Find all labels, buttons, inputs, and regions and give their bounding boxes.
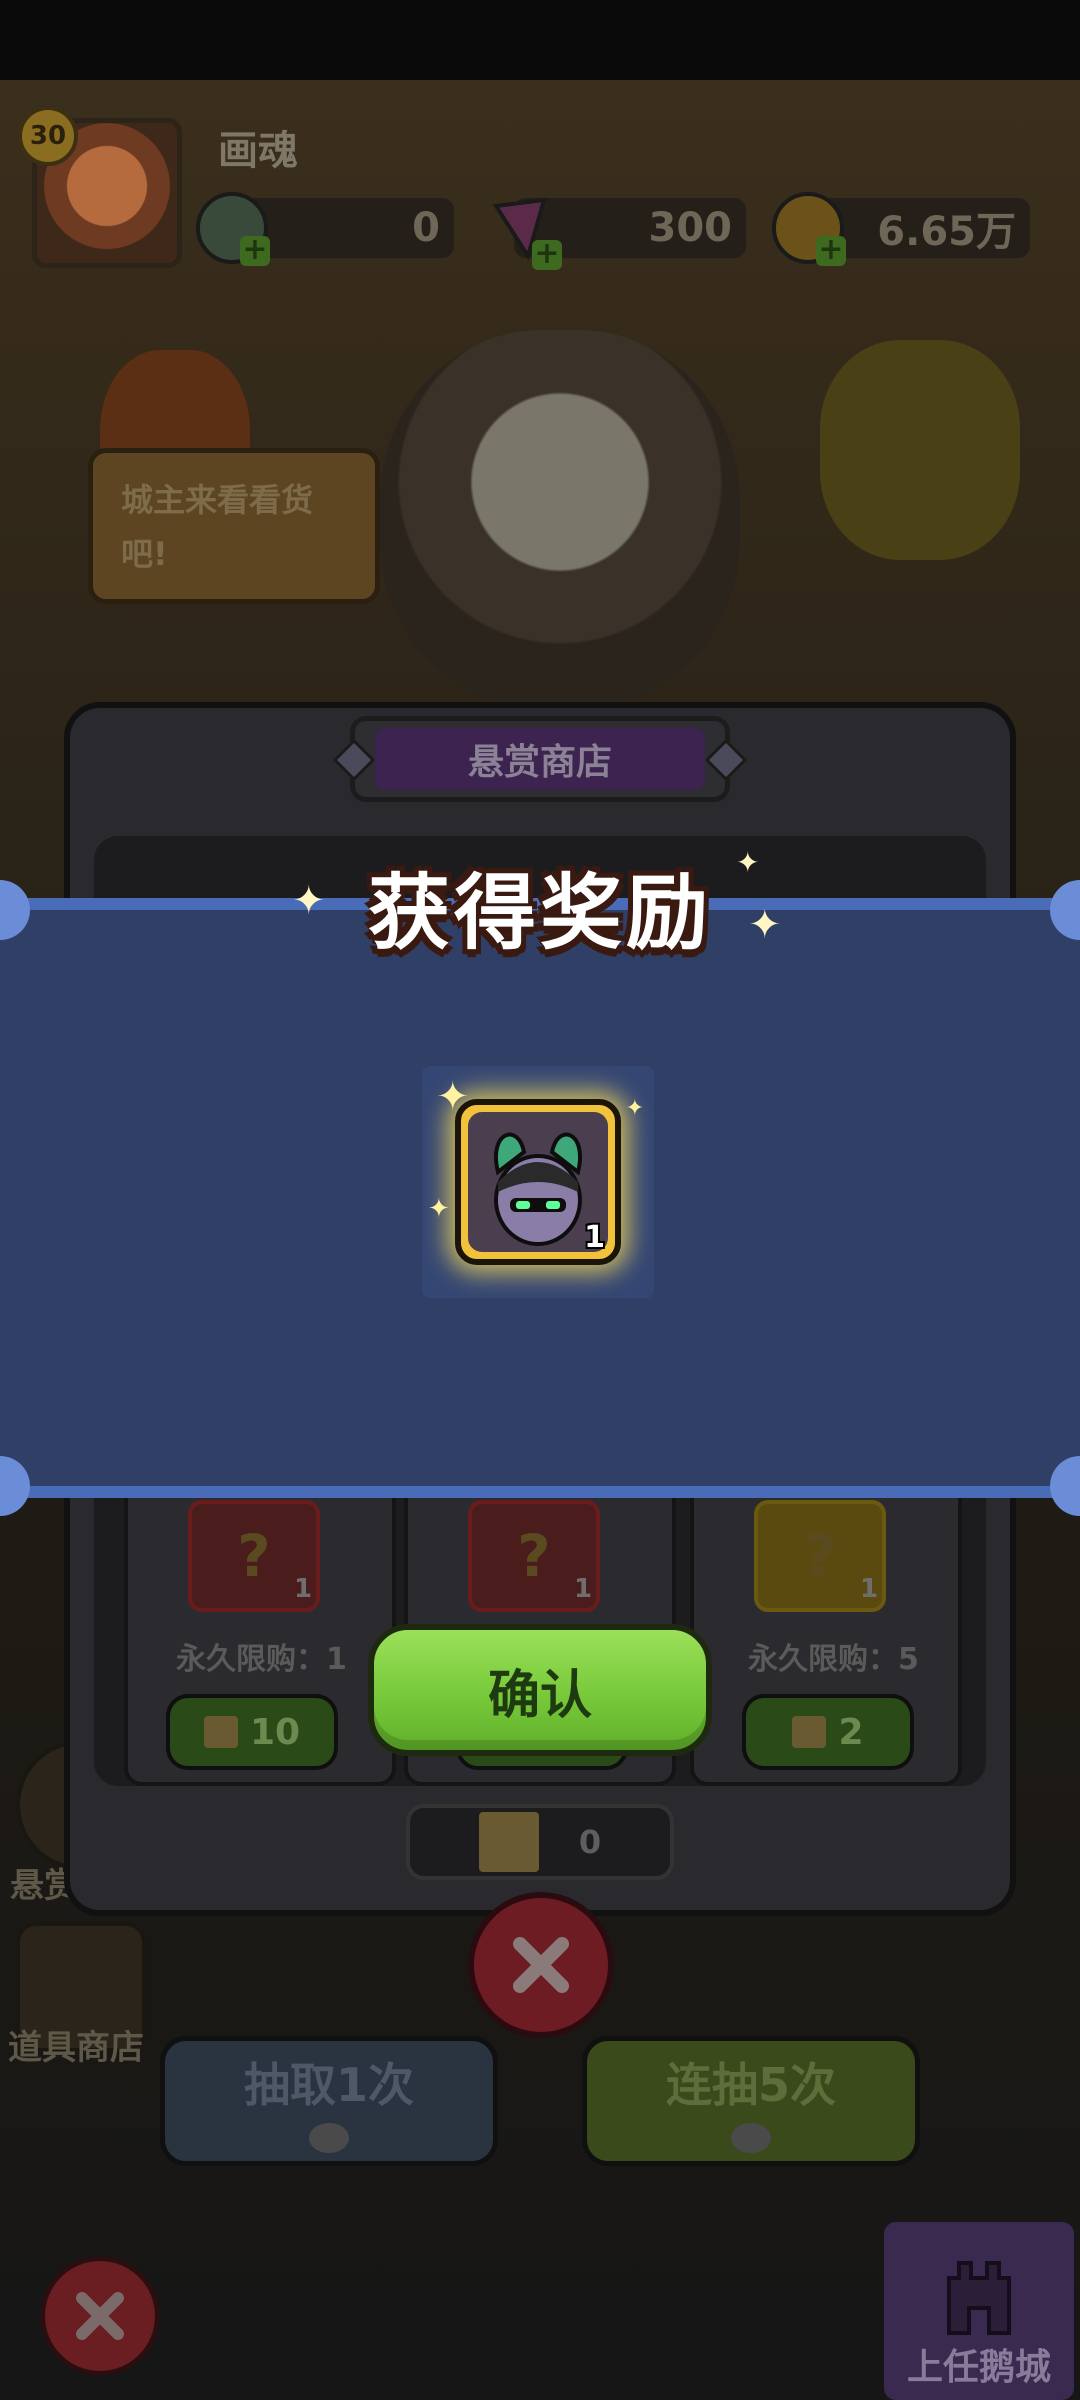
- buy-button[interactable]: 2: [742, 1694, 914, 1770]
- add-icon[interactable]: +: [532, 239, 562, 270]
- add-icon[interactable]: +: [240, 235, 270, 266]
- appoint-city-button[interactable]: 上任鹅城: [884, 2222, 1074, 2400]
- price-label: 10: [249, 1711, 301, 1753]
- item-qty: 1: [860, 1574, 879, 1604]
- add-icon[interactable]: +: [816, 235, 846, 266]
- scroll-balance: 0: [406, 1804, 674, 1880]
- item-limit: 永久限购：5: [748, 1642, 919, 1677]
- buy-button[interactable]: 10: [166, 1694, 338, 1770]
- gold-coin-icon: +: [772, 192, 846, 266]
- item-qty: 1: [294, 1574, 313, 1604]
- shop-close-button[interactable]: [468, 1892, 614, 2038]
- reward-item-qty: 1: [584, 1220, 605, 1255]
- price-label: 2: [838, 1711, 864, 1753]
- sparkle-icon: ✦: [428, 1194, 450, 1224]
- bottom-close-button[interactable]: [40, 2256, 160, 2376]
- scroll-icon: [203, 1716, 238, 1748]
- panda-merchant: [380, 330, 740, 710]
- egg-icon: [731, 2123, 771, 2153]
- scroll-icon: [792, 1716, 827, 1748]
- close-icon: [513, 1937, 569, 1993]
- draw-five-label: 连抽5次: [665, 2058, 836, 2112]
- sparkle-icon: ✦: [625, 1096, 644, 1121]
- currency-coin[interactable]: 6.65万 +: [772, 192, 1030, 266]
- tower-icon: [947, 2261, 1011, 2335]
- merchant-speech-bubble: 城主来看看货吧!: [88, 448, 380, 604]
- appoint-city-label: 上任鹅城: [906, 2347, 1051, 2388]
- scroll-icon: [478, 1812, 539, 1872]
- reward-title: 获得奖励: [367, 866, 712, 961]
- shop-title: 悬赏商店: [375, 728, 705, 790]
- confirm-button[interactable]: 确认: [368, 1624, 712, 1756]
- draw-once-label: 抽取1次: [243, 2058, 414, 2112]
- egg-icon: [309, 2123, 349, 2153]
- currency-orb[interactable]: 0 +: [196, 192, 454, 266]
- green-orb-icon: +: [196, 192, 270, 266]
- status-bar-area: [0, 0, 1080, 80]
- item-qty: 1: [574, 1574, 593, 1604]
- draw-once-button[interactable]: 抽取1次: [160, 2036, 498, 2166]
- level-badge: 30: [18, 106, 78, 166]
- sparkle-icon: ✦: [436, 1074, 470, 1120]
- close-icon: [76, 2292, 124, 2340]
- draw-five-button[interactable]: 连抽5次: [582, 2036, 920, 2166]
- currency-gem[interactable]: 300 +: [484, 192, 746, 270]
- player-name: 画魂: [218, 128, 298, 174]
- item-shop-label[interactable]: 道具商店: [8, 2020, 144, 2069]
- scroll-balance-value: 0: [578, 1823, 602, 1861]
- item-limit: 永久限购：1: [176, 1642, 347, 1677]
- reward-item-card[interactable]: 1: [455, 1099, 621, 1265]
- reward-item-slot[interactable]: 1 ✦ ✦ ✦: [422, 1066, 654, 1298]
- duck-statue-decoration: [820, 340, 1020, 560]
- shop-title-bar: 悬赏商店: [332, 716, 748, 802]
- pink-gem-icon: +: [484, 192, 562, 270]
